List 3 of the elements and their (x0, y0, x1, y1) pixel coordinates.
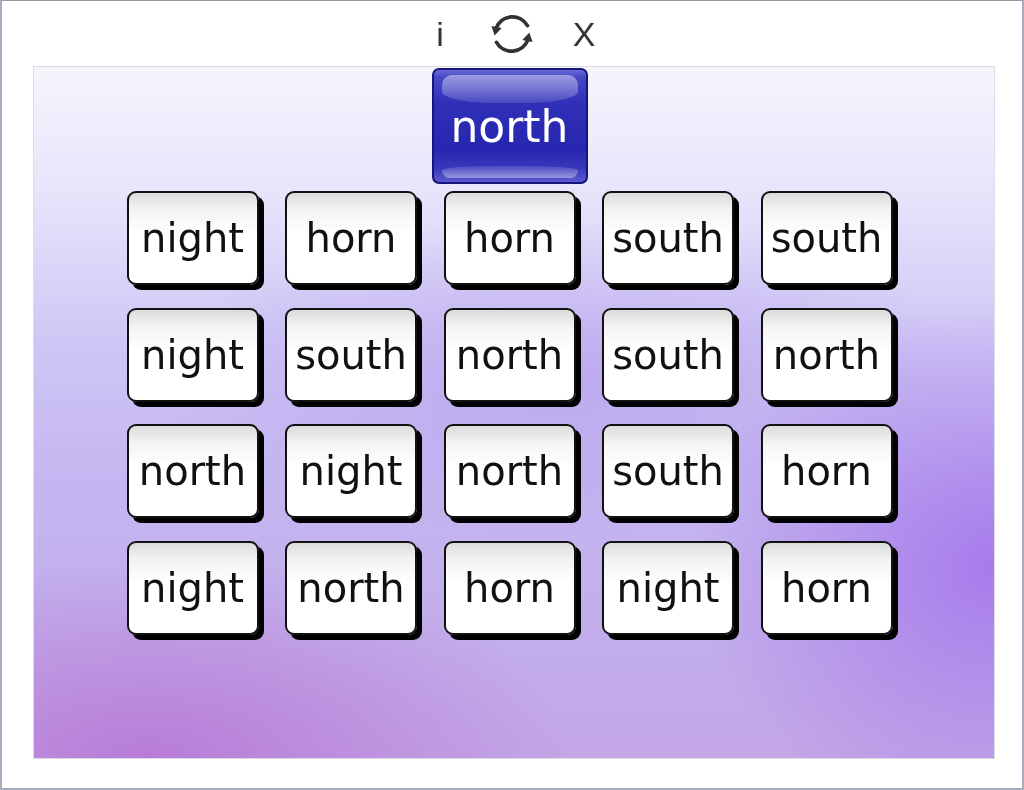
target-word-tile: north (431, 68, 588, 184)
close-button[interactable]: X (564, 13, 604, 54)
info-button[interactable]: i (420, 13, 460, 54)
